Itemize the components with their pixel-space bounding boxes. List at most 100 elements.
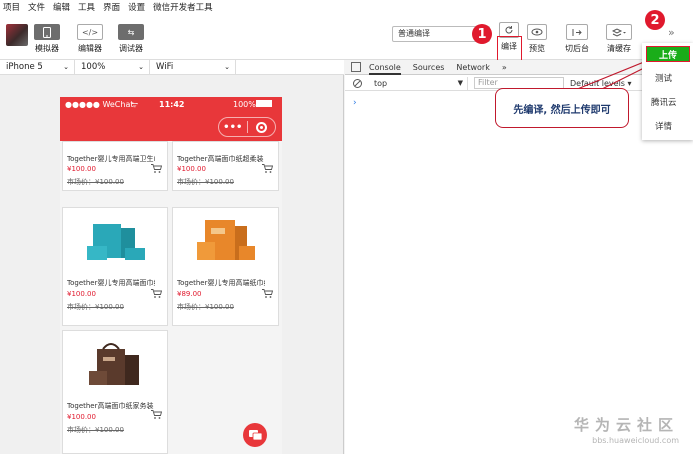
preview-button[interactable]: 预览 [527,24,547,54]
chevron-down-icon: ⌄ [138,62,144,71]
product-card[interactable]: Together高端面巾纸超柔装 ¥100.00 市场价：¥100.00 [172,141,279,191]
step-2-badge: 2 [645,10,665,30]
clear-console-icon[interactable] [353,78,362,88]
editor-label: 编辑器 [78,44,102,53]
product-market-price: 市场价：¥100.00 [67,426,124,434]
cart-icon[interactable] [262,289,273,298]
devtools-tabs: Console Sources Network » [345,60,693,75]
product-price: ¥89.00 [177,290,202,298]
code-icon: </> [77,24,103,40]
watermark-brand: 华为云社区 [573,416,679,434]
debugger-label: 调试器 [119,44,143,53]
product-market-price: 市场价：¥100.00 [177,178,234,186]
zoom-select[interactable]: 100% ⌄ [75,59,150,75]
clear-cache-label: 清缓存 [607,44,631,53]
upload-button[interactable]: 上传 [646,46,690,62]
context-select[interactable]: top ▼ [374,76,468,90]
product-card[interactable]: Together高端面巾纸家务装 ¥100.00 市场价：¥100.00 [62,330,168,454]
network-select[interactable]: WiFi ⌄ [150,59,236,75]
step-1-badge: 1 [472,24,492,44]
product-card[interactable]: Together婴儿专用高端纸巾组... ¥89.00 市场价：¥100.00 [172,207,279,326]
product-card[interactable]: Together婴儿专用高端卫生巾... ¥100.00 市场价：¥100.00 [62,141,168,191]
watermark: 华为云社区 bbs.huaweicloud.com [574,414,679,445]
tab-console[interactable]: Console [369,60,401,75]
battery-percent: 100% [233,99,256,109]
eye-icon [527,24,547,40]
editor-button[interactable]: </> 编辑器 [77,24,103,54]
inspect-icon[interactable] [351,62,361,72]
chevron-down-icon: ⌄ [224,62,230,71]
product-price: ¥100.00 [67,413,96,421]
more-icon[interactable]: ••• [219,122,247,133]
capsule-menu: ••• [218,117,276,137]
upload-menu: 上传 测试 腾讯云 详情 [642,43,693,140]
menu-file[interactable]: 文件 [28,1,45,13]
menu-bar: 项目 文件 编辑 工具 界面 设置 微信开发者工具 [0,0,693,14]
tabs-more-icon[interactable]: » [502,60,507,75]
cart-icon[interactable] [151,410,162,419]
simulator-label: 模拟器 [35,44,59,53]
background-label: 切后台 [565,44,589,53]
product-market-price: 市场价：¥100.00 [67,303,124,311]
toolbar: 模拟器 </> 编辑器 ⇆ 调试器 普通编译 ▼ 1 编译 预览 切后台 清缓存 [0,10,693,69]
product-image [197,220,255,260]
menu-item-tencent-cloud[interactable]: 腾讯云 [651,96,677,108]
context-value: top [374,78,388,88]
wifi-icon: ᯤ [131,99,139,109]
chat-float-button[interactable] [243,423,267,447]
preview-label: 预览 [529,44,545,53]
product-card[interactable]: Together婴儿专用高端面巾纸... ¥100.00 市场价：¥100.00 [62,207,168,326]
status-bar: ●●●●● WeChat ᯤ 11:42 100% [60,97,282,111]
product-price: ¥100.00 [67,290,96,298]
product-title: Together高端面巾纸家务装 [67,402,154,410]
device-model-select[interactable]: iPhone 5 ⌄ [0,59,75,75]
clock: 11:42 [159,99,185,109]
menu-tools[interactable]: 工具 [78,1,95,13]
zoom-value: 100% [81,61,106,72]
battery-icon [256,100,272,107]
clear-cache-button[interactable]: 清缓存 [606,24,632,54]
simulator-area: ●●●●● WeChat ᯤ 11:42 100% ••• Together婴儿… [0,75,344,454]
close-icon[interactable] [247,121,275,133]
phone-screen: ●●●●● WeChat ᯤ 11:42 100% ••• Together婴儿… [60,97,282,454]
console-prompt[interactable]: › [353,98,357,108]
cart-icon[interactable] [151,289,162,298]
menu-settings[interactable]: 设置 [128,1,145,13]
menu-project[interactable]: 项目 [3,1,20,13]
watermark-url: bbs.huaweicloud.com [592,436,679,445]
compile-mode-value: 普通编译 [398,29,430,38]
avatar[interactable] [6,24,28,46]
debug-icon: ⇆ [118,24,144,40]
product-price: ¥100.00 [67,165,96,173]
instruction-callout: 先编译, 然后上传即可 [495,88,629,128]
nav-bar: ••• [60,111,282,141]
tab-sources[interactable]: Sources [413,60,445,75]
background-button[interactable]: 切后台 [565,24,589,54]
product-image [89,343,139,385]
product-image [87,224,145,260]
layers-icon [606,24,632,40]
switch-background-icon [566,24,588,40]
menu-edit[interactable]: 编辑 [53,1,70,13]
cart-icon[interactable] [151,164,162,173]
carrier: ●●●●● WeChat [65,99,134,109]
menu-item-test[interactable]: 测试 [655,72,672,84]
menu-wechat-devtools[interactable]: 微信开发者工具 [153,1,213,13]
expand-icon[interactable]: » [668,26,675,39]
menu-item-details[interactable]: 详情 [655,120,672,132]
network-value: WiFi [156,61,174,72]
device-bar: iPhone 5 ⌄ 100% ⌄ WiFi ⌄ [0,59,344,75]
chevron-down-icon: ⌄ [63,62,69,71]
product-market-price: 市场价：¥100.00 [177,303,234,311]
chevron-down-icon: ▼ [457,78,463,87]
product-title: Together高端面巾纸超柔装 [177,155,264,163]
tab-network[interactable]: Network [456,60,489,75]
log-levels-select[interactable]: Default levels ▾ [570,79,632,88]
product-title: Together婴儿专用高端纸巾组... [177,279,265,287]
simulator-button[interactable]: 模拟器 [34,24,60,54]
product-market-price: 市场价：¥100.00 [67,178,124,186]
phone-icon [34,24,60,40]
debugger-button[interactable]: ⇆ 调试器 [118,24,144,54]
cart-icon[interactable] [262,164,273,173]
menu-view[interactable]: 界面 [103,1,120,13]
